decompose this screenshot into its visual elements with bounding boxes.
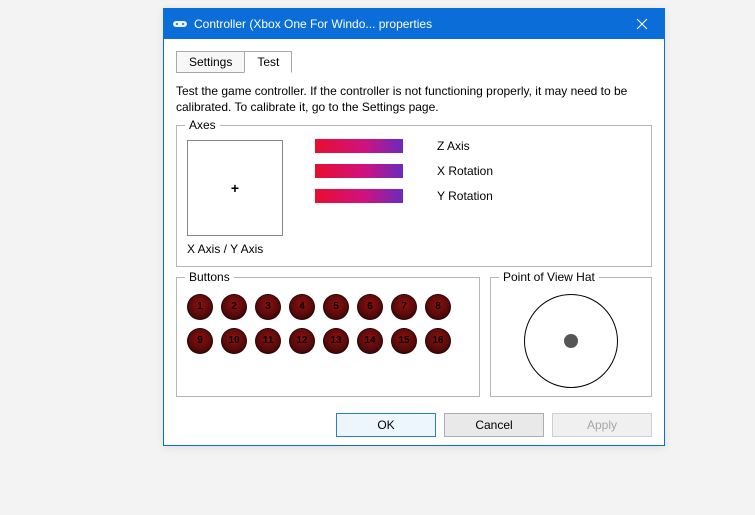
axis-bar-label: X Rotation — [437, 164, 493, 178]
controller-button: 13 — [323, 328, 349, 354]
dialog-window: Controller (Xbox One For Windo... proper… — [163, 8, 665, 446]
controller-button: 16 — [425, 328, 451, 354]
axis-bar-z: Z Axis — [315, 136, 493, 156]
xy-axis-box: + — [187, 140, 283, 236]
controller-button: 5 — [323, 294, 349, 320]
xy-axis-label: X Axis / Y Axis — [187, 242, 283, 256]
controller-button: 4 — [289, 294, 315, 320]
axis-bars: Z Axis X Rotation Y Rotation — [315, 136, 493, 256]
tabrow: Settings Test — [176, 51, 652, 73]
pov-group: Point of View Hat — [490, 277, 652, 397]
axes-group: Axes + X Axis / Y Axis Z Axis X Rotatio — [176, 125, 652, 267]
close-icon — [636, 18, 648, 30]
controller-button: 7 — [391, 294, 417, 320]
pov-circle — [524, 294, 618, 388]
controller-button: 9 — [187, 328, 213, 354]
axis-bar-label: Z Axis — [437, 139, 470, 153]
close-button[interactable] — [620, 9, 664, 39]
controller-button: 8 — [425, 294, 451, 320]
controller-button: 11 — [255, 328, 281, 354]
instruction-text: Test the game controller. If the control… — [176, 83, 652, 115]
axis-bar-label: Y Rotation — [437, 189, 493, 203]
controller-button: 1 — [187, 294, 213, 320]
axis-bar-yrot: Y Rotation — [315, 186, 493, 206]
axis-bar-xrot: X Rotation — [315, 161, 493, 181]
pov-legend: Point of View Hat — [499, 270, 599, 284]
controller-button: 12 — [289, 328, 315, 354]
controller-button: 15 — [391, 328, 417, 354]
apply-button: Apply — [552, 413, 652, 437]
dialog-footer: OK Cancel Apply — [176, 407, 652, 437]
axis-bar-indicator — [315, 189, 403, 203]
axes-legend: Axes — [185, 118, 220, 132]
ok-button[interactable]: OK — [336, 413, 436, 437]
controller-button: 2 — [221, 294, 247, 320]
controller-button: 14 — [357, 328, 383, 354]
controller-button: 3 — [255, 294, 281, 320]
game-controller-icon — [172, 16, 188, 32]
controller-button: 6 — [357, 294, 383, 320]
titlebar: Controller (Xbox One For Windo... proper… — [164, 9, 664, 39]
cancel-button[interactable]: Cancel — [444, 413, 544, 437]
buttons-grid: 1 2 3 4 5 6 7 8 9 10 11 12 13 — [187, 288, 469, 354]
controller-button: 10 — [221, 328, 247, 354]
xy-block: + X Axis / Y Axis — [187, 136, 283, 256]
tab-test[interactable]: Test — [244, 51, 292, 73]
buttons-group: Buttons 1 2 3 4 5 6 7 8 9 10 — [176, 277, 480, 397]
buttons-legend: Buttons — [185, 270, 234, 284]
tab-settings[interactable]: Settings — [176, 51, 245, 73]
axis-bar-indicator — [315, 164, 403, 178]
xy-cursor: + — [231, 181, 239, 195]
window-title: Controller (Xbox One For Windo... proper… — [194, 17, 432, 31]
pov-dot — [564, 334, 578, 348]
dialog-body: Settings Test Test the game controller. … — [164, 39, 664, 445]
axis-bar-indicator — [315, 139, 403, 153]
